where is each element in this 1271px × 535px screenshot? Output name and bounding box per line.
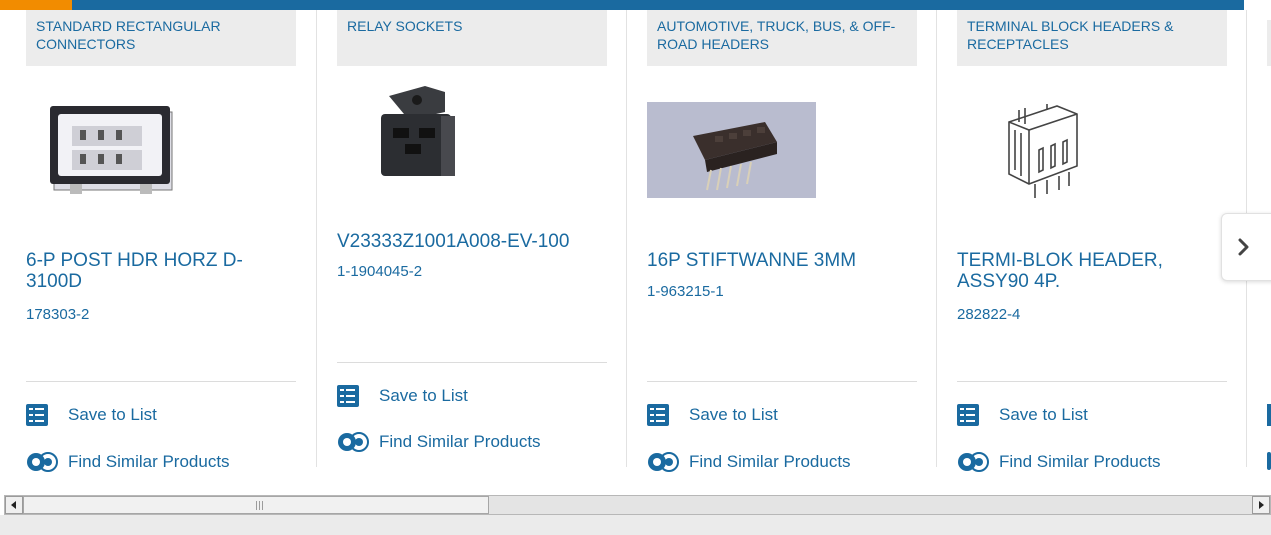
product-card: RELAY SOCKETS V23333Z1001A008-EV-100 1-1… [337,10,607,485]
find-similar-button[interactable]: Find Similar Products [957,450,1161,474]
find-similar-label: Find Similar Products [999,452,1161,471]
product-title-link[interactable]: V23333Z1001A008-EV-100 [337,231,607,252]
save-to-list-button[interactable]: Save to List [957,404,1088,426]
product-title-link[interactable]: 6-P POST HDR HORZ D-3100D [26,250,296,292]
divider [337,362,607,363]
category-label[interactable]: AUTOMOTIVE, TRUCK, BUS, & OFF-ROAD HEADE… [647,10,917,66]
product-image[interactable] [647,102,816,198]
find-similar-label: Find Similar Products [689,452,851,471]
scrollbar-thumb[interactable] [23,496,489,514]
category-label[interactable]: TERMINAL BLOCK HEADERS & RECEPTACLES [957,10,1227,66]
save-to-list-label: Save to List [999,405,1088,424]
horizontal-scrollbar[interactable] [4,495,1271,515]
product-card: STANDARD RECTANGULAR CONNECTORS 6-P POST… [26,10,296,485]
find-similar-icon [338,432,369,452]
find-similar-button[interactable]: Find Similar Products [337,430,541,454]
scroll-left-button[interactable] [5,496,23,514]
find-similar-icon [648,452,679,472]
bottom-panel [0,515,1271,535]
find-similar-icon [27,452,58,472]
arrow-right-icon [1259,501,1264,509]
scroll-right-button[interactable] [1252,496,1270,514]
find-similar-label: Find Similar Products [68,452,230,471]
chevron-right-icon [1238,238,1249,256]
find-similar-button[interactable]: Find Similar Products [647,450,851,474]
category-label[interactable]: RELAY SOCKETS [337,10,607,66]
top-accent-bar [0,0,1271,10]
find-similar-button[interactable]: Find Similar Products [26,450,230,474]
next-card-category-partial [1267,20,1271,66]
product-card: AUTOMOTIVE, TRUCK, BUS, & OFF-ROAD HEADE… [647,10,917,485]
save-to-list-button[interactable]: Save to List [337,385,468,407]
divider [647,381,917,382]
checklist-icon [337,385,359,407]
next-card-similar-icon-partial [1267,452,1271,470]
part-number-link[interactable]: 1-1904045-2 [337,263,422,280]
divider [957,381,1227,382]
category-label[interactable]: STANDARD RECTANGULAR CONNECTORS [26,10,296,66]
product-image[interactable] [50,104,178,196]
card-separator [316,10,317,467]
arrow-left-icon [11,501,16,509]
card-separator [936,10,937,467]
card-separator [626,10,627,467]
save-to-list-label: Save to List [689,405,778,424]
next-card-save-icon-partial [1267,404,1271,426]
active-tab-indicator [0,0,72,10]
checklist-icon [647,404,669,426]
carousel-next-button[interactable] [1221,213,1271,281]
part-number-link[interactable]: 1-963215-1 [647,283,724,300]
part-number-link[interactable]: 178303-2 [26,306,89,323]
checklist-icon [957,404,979,426]
save-to-list-label: Save to List [68,405,157,424]
checklist-icon [26,404,48,426]
part-number-link[interactable]: 282822-4 [957,306,1020,323]
save-to-list-button[interactable]: Save to List [26,404,157,426]
product-image[interactable] [999,100,1087,202]
divider [26,381,296,382]
product-title-link[interactable]: TERMI-BLOK HEADER, ASSY90 4P. [957,250,1227,292]
product-card: TERMINAL BLOCK HEADERS & RECEPTACLES TER… [957,10,1227,485]
save-to-list-label: Save to List [379,386,468,405]
find-similar-icon [958,452,989,472]
product-title-link[interactable]: 16P STIFTWANNE 3MM [647,250,917,271]
save-to-list-button[interactable]: Save to List [647,404,778,426]
find-similar-label: Find Similar Products [379,432,541,451]
product-image[interactable] [379,86,459,184]
